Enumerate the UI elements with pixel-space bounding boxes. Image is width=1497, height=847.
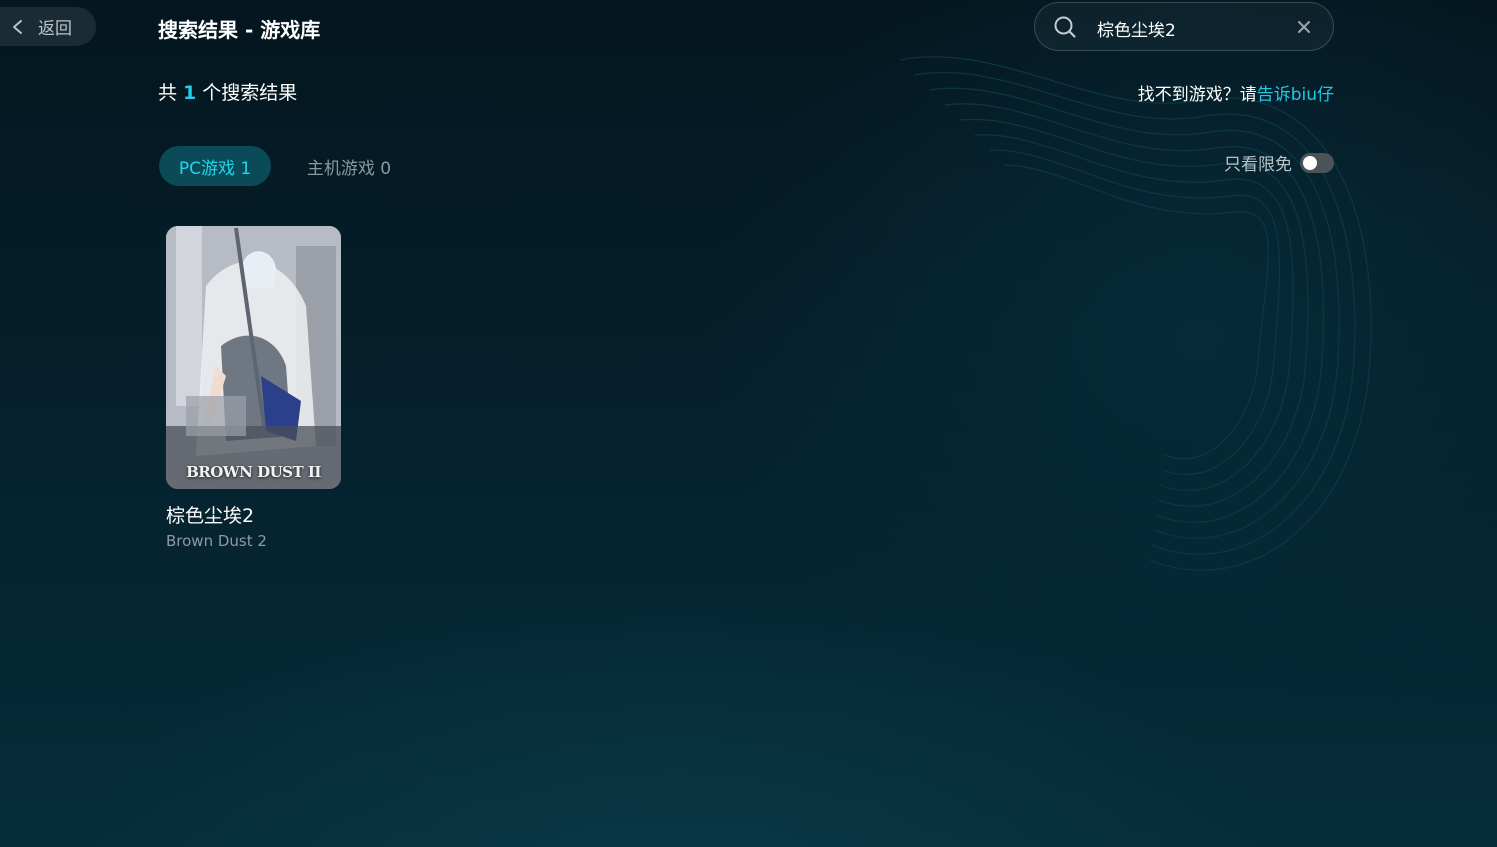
game-title: 棕色尘埃2	[166, 505, 255, 527]
feedback-prompt: 找不到游戏？请告诉biu仔	[1138, 80, 1334, 105]
feedback-link[interactable]: 告诉biu仔	[1257, 85, 1334, 105]
tab-pc-games[interactable]: PC游戏 1	[159, 146, 271, 186]
free-only-filter: 只看限免	[1224, 150, 1334, 175]
search-icon	[1054, 16, 1076, 38]
result-count-prefix: 共	[158, 82, 178, 104]
search-box[interactable]	[1034, 2, 1334, 51]
back-button-label: 返回	[38, 19, 72, 39]
free-only-label: 只看限免	[1224, 155, 1292, 175]
result-count-number: 1	[183, 82, 197, 104]
cover-illustration	[166, 226, 341, 489]
chevron-left-icon	[13, 19, 22, 34]
page-title: 搜索结果 - 游戏库	[158, 18, 321, 42]
close-icon[interactable]	[1297, 20, 1311, 34]
game-card[interactable]: BROWN DUST II 棕色尘埃2 Brown Dust 2	[166, 226, 341, 550]
free-only-toggle[interactable]	[1300, 152, 1334, 173]
tab-console-games[interactable]: 主机游戏 0	[292, 146, 406, 186]
back-button[interactable]: 返回	[0, 7, 96, 46]
game-subtitle: Brown Dust 2	[166, 532, 267, 550]
cover-logo: BROWN DUST II	[186, 463, 321, 481]
toggle-knob	[1303, 155, 1317, 170]
result-count-suffix: 个搜索结果	[202, 82, 298, 104]
game-cover-image: BROWN DUST II	[166, 226, 341, 489]
search-input[interactable]	[1095, 13, 1289, 43]
feedback-text: 找不到游戏？请	[1137, 85, 1257, 105]
result-count: 共 1 个搜索结果	[158, 78, 297, 105]
